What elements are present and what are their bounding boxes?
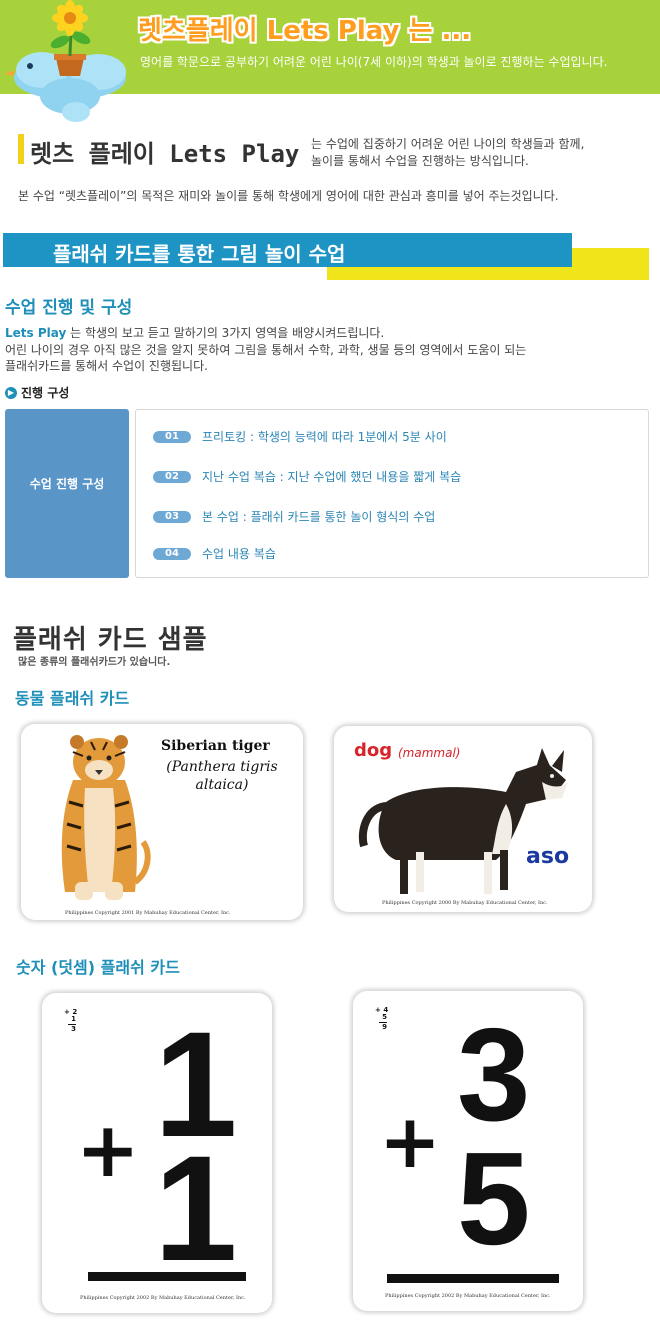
page-title: 렛츠플레이 Lets Play 는 ... — [138, 16, 472, 46]
mascot-flower-bird-icon — [4, 0, 126, 122]
intro-description-line2: 놀이를 통해서 수업을 진행하는 방식입니다. — [311, 154, 529, 168]
card1-mini-equation: + 2 1 3 — [64, 1008, 78, 1033]
step-text: 본 수업 : 플래쉬 카드를 통한 놀이 형식의 수업 — [202, 510, 436, 524]
chevron-right-icon: ▶ — [5, 386, 17, 399]
structure-step-list: 01 프리토킹 : 학생의 능력에 따라 1분에서 5분 사이 02 지난 수업… — [135, 409, 649, 578]
samples-title: 플래쉬 카드 샘플 — [13, 625, 208, 655]
structure-title: 수업 진행 및 구성 — [5, 298, 133, 318]
card1-sum-line — [88, 1272, 246, 1281]
structure-line2: 어린 나이의 경우 아직 많은 것을 알지 못하여 그림을 통해서 수학, 과학… — [5, 343, 527, 357]
tiger-illustration-icon — [61, 735, 151, 900]
list-item: 03 본 수업 : 플래쉬 카드를 통한 놀이 형식의 수업 — [153, 508, 435, 525]
card2-mini-equation: + 4 5 9 — [375, 1006, 389, 1031]
structure-brand: Lets Play — [5, 326, 67, 340]
tiger-flash-card: Siberian tiger (Panthera tigris altaica)… — [21, 724, 303, 920]
structure-line1: Lets Play 는 학생의 보고 듣고 말하기의 3가지 영역을 배양시켜드… — [5, 326, 385, 340]
structure-label-box: 수업 진행 구성 — [5, 409, 129, 578]
structure-line3: 플래쉬카드를 통해서 수업이 진행됩니다. — [5, 359, 208, 373]
card1-bottom-number: 1 — [154, 1124, 238, 1292]
number-flash-card-1: + 2 1 3 + 1 1 Philippines Copyright 2002… — [42, 993, 272, 1313]
list-item: 01 프리토킹 : 학생의 능력에 따라 1분에서 5분 사이 — [153, 428, 447, 445]
step-number-badge: 03 — [153, 510, 191, 523]
step-text: 수업 내용 복습 — [202, 547, 276, 561]
step-number-badge: 04 — [153, 547, 191, 560]
card1-plus-sign: + — [76, 1105, 140, 1194]
structure-box-label: 수업 진행 구성 — [29, 477, 105, 491]
intro-brand-title: 렛츠 플레이 Lets Play — [30, 140, 300, 168]
intro-accent-bar — [18, 134, 24, 164]
tiger-card-name: Siberian tiger — [161, 738, 270, 754]
number-flash-card-2: + 4 5 9 + 3 5 Philippines Copyright 2002… — [353, 991, 583, 1311]
card1-copyright: Philippines Copyright 2002 By Mabuhay Ed… — [80, 1295, 246, 1301]
number-cards-title: 숫자 (덧셈) 플래쉬 카드 — [16, 958, 180, 977]
card2-copyright: Philippines Copyright 2002 By Mabuhay Ed… — [385, 1293, 551, 1299]
page-subtitle: 영어를 학문으로 공부하기 어려운 어린 나이(7세 이하)의 학생과 놀이로 … — [140, 55, 608, 69]
samples-subtitle: 많은 종류의 플래쉬카드가 있습니다. — [18, 657, 171, 668]
step-text: 프리토킹 : 학생의 능력에 따라 1분에서 5분 사이 — [202, 430, 447, 444]
animal-cards-title: 동물 플래쉬 카드 — [15, 689, 130, 708]
card2-top-number: 3 — [457, 1001, 531, 1148]
card2-plus-sign: + — [379, 1099, 442, 1185]
card2-bottom-number: 5 — [457, 1125, 531, 1272]
list-item: 04 수업 내용 복습 — [153, 545, 276, 562]
step-text: 지난 수업 복습 : 지난 수업에 했던 내용을 짧게 복습 — [202, 470, 462, 484]
card2-sum-line — [387, 1274, 559, 1283]
tiger-card-scientific-name: (Panthera tigris altaica) — [166, 759, 278, 793]
section-banner-title: 플래쉬 카드를 통한 그림 놀이 수업 — [53, 242, 346, 266]
intro-description-line1: 는 수업에 집중하기 어려운 어린 나이의 학생들과 함께, — [311, 137, 585, 151]
dog-flash-card: dog (mammal) aso Philippines Copyright 2… — [334, 726, 592, 912]
progress-subtitle: ▶ 진행 구성 — [5, 384, 69, 401]
tiger-card-copyright: Philippines Copyright 2001 By Mabuhay Ed… — [65, 910, 231, 916]
step-number-badge: 02 — [153, 470, 191, 483]
dog-card-word: aso — [526, 844, 570, 869]
dog-card-copyright: Philippines Copyright 2000 By Mabuhay Ed… — [382, 900, 548, 906]
dog-illustration-icon — [358, 748, 568, 894]
step-number-badge: 01 — [153, 430, 191, 443]
list-item: 02 지난 수업 복습 : 지난 수업에 했던 내용을 짧게 복습 — [153, 468, 461, 485]
intro-purpose: 본 수업 “렛츠플레이”의 목적은 재미와 놀이를 통해 학생에게 영어에 대한… — [18, 189, 559, 203]
